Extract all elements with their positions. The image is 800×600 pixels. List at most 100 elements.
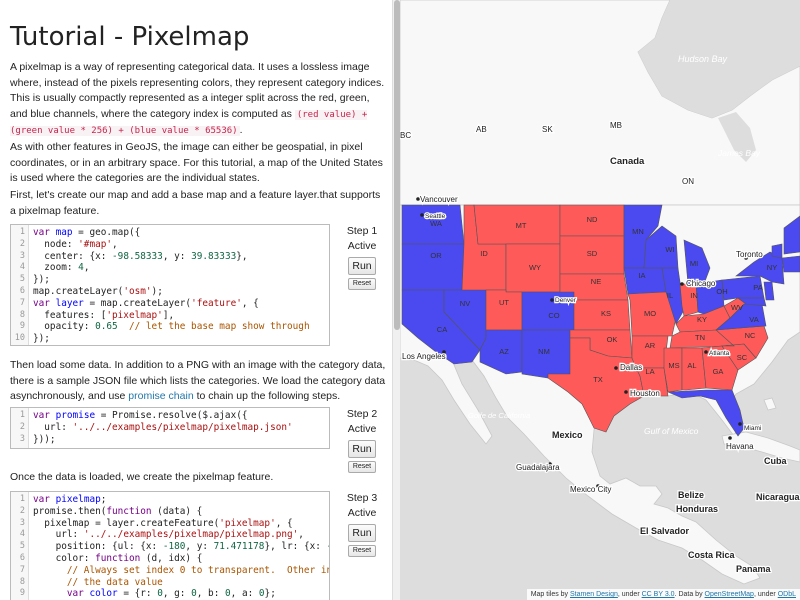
code-line[interactable]: 4 url: '../../examples/pixelmap/pixelmap…: [11, 529, 329, 541]
stamen-link[interactable]: Stamen Design: [570, 591, 618, 598]
state-label-la: LA: [645, 367, 654, 376]
state-label-tx: TX: [593, 375, 603, 384]
state-label-nd: ND: [587, 215, 598, 224]
code-line[interactable]: 9 opacity: 0.65 // let the base map show…: [11, 321, 329, 333]
code-line[interactable]: 6 color: function (d, idx) {: [11, 553, 329, 565]
hudson-bay-label: Hudson Bay: [678, 54, 728, 64]
map-attribution: Map tiles by Stamen Design, under CC BY …: [526, 589, 800, 600]
promise-chain-link[interactable]: promise chain: [128, 390, 193, 402]
state-label-tn: TN: [695, 333, 705, 342]
code-line[interactable]: 7 // Always set index 0 to transparent. …: [11, 565, 329, 577]
code-line[interactable]: 10});: [11, 333, 329, 345]
page-title: Tutorial - Pixelmap: [10, 22, 250, 52]
code-editor-step-1[interactable]: 1 var map = geo.map({2 node: '#map', 3 cen…: [10, 224, 330, 346]
code-line[interactable]: 2 url: '../../examples/pixelmap/pixelmap…: [11, 422, 329, 434]
havana-label: Havana: [726, 442, 754, 451]
state-NJ: [763, 281, 775, 301]
code-text: center: {x: -98.58333, y: 39.83333},: [33, 250, 248, 262]
state-label-oh: OH: [716, 287, 727, 296]
mexico-city-label: Mexico City: [570, 485, 611, 494]
atlanta-dot: [704, 350, 708, 354]
code-line[interactable]: 1 var promise = Promise.resolve($.ajax({: [11, 410, 329, 422]
honduras-label: Honduras: [676, 504, 718, 514]
houston-label: Houston: [630, 389, 660, 398]
panel-scrollbar[interactable]: [392, 0, 400, 600]
state-label-ut: UT: [499, 298, 509, 307]
map-view[interactable]: MT ND SD WY ID UT NE KS MO OK TX AR LA MS AL GA SC TN KY IN…: [400, 0, 800, 600]
state-label-sc: SC: [737, 353, 748, 362]
code-line[interactable]: 4 zoom: 4,: [11, 262, 329, 274]
osm-link[interactable]: OpenStreetMap: [705, 591, 754, 598]
line-number: 7: [19, 297, 25, 308]
line-number: 4: [19, 529, 25, 540]
code-text: var pixelmap;: [33, 494, 107, 505]
step-3-controls: Step 3 Active Run Reset: [336, 491, 388, 557]
code-line[interactable]: 3 center: {x: -98.58333, y: 39.83333},: [11, 251, 329, 263]
reset-button[interactable]: Reset: [348, 278, 376, 290]
line-number: 5: [19, 541, 25, 552]
attribution-text: , under: [617, 591, 642, 598]
cc-license-link[interactable]: CC BY 3.0: [642, 591, 675, 598]
code-line[interactable]: 7 var layer = map.createLayer('feature', …: [11, 298, 329, 310]
los-angeles-label: Los Angeles: [402, 352, 446, 361]
line-number: 5: [19, 274, 25, 285]
run-button[interactable]: Run: [348, 440, 376, 458]
code-lines: 1 var map = geo.map({2 node: '#map', 3 cen…: [11, 225, 329, 345]
reset-button[interactable]: Reset: [348, 545, 376, 557]
run-button[interactable]: Run: [348, 257, 376, 275]
code-line[interactable]: 8 features: ['pixelmap'],: [11, 310, 329, 322]
run-button[interactable]: Run: [348, 524, 376, 542]
line-number: 2: [19, 505, 25, 516]
code-editor-step-3[interactable]: 1 var pixelmap; 2 promise.then(function (da…: [10, 491, 330, 600]
code-editor-step-2[interactable]: 1 var promise = Promise.resolve($.ajax({2…: [10, 407, 330, 449]
province-bc-label: BC: [400, 131, 411, 140]
el-salvador-label: El Salvador: [640, 526, 690, 536]
code-text: // Always set index 0 to transparent. Ot…: [66, 564, 330, 576]
state-label-co: CO: [548, 311, 559, 320]
code-text: position: {ul: {x: -180, y: 71.471178}, …: [33, 541, 329, 553]
code-line[interactable]: 5 position: {ul: {x: -180, y: 71.471178}…: [11, 541, 329, 553]
code-text: var color = {r: 0, g: 0, b: 0, a: 0};: [66, 588, 276, 600]
state-label-wi: WI: [665, 245, 674, 254]
belize-label: Belize: [678, 490, 704, 500]
code-line[interactable]: 6 map.createLayer('osm');: [11, 286, 329, 298]
code-line[interactable]: 2 node: '#map',: [11, 239, 329, 251]
state-label-pa: PA: [753, 283, 762, 292]
miami-dot: [738, 422, 742, 426]
code-text: var layer = map.createLayer('feature', {: [33, 297, 259, 309]
attribution-text: , under: [753, 591, 778, 598]
panama-label: Panama: [736, 564, 772, 574]
state-label-wy: WY: [529, 263, 541, 272]
code-text: url: '../../examples/pixelmap/pixelmap.j…: [33, 421, 293, 433]
intro-end: .: [239, 124, 243, 136]
line-number: 2: [19, 238, 25, 249]
code-line[interactable]: 1 var map = geo.map({: [11, 227, 329, 239]
state-label-ne: NE: [591, 277, 601, 286]
code-line[interactable]: 3}));: [11, 434, 329, 446]
line-number: 1: [19, 227, 25, 237]
odbl-link[interactable]: ODbL: [778, 591, 796, 598]
step-status: Active: [347, 507, 377, 519]
seattle-label: Seattle: [425, 213, 446, 220]
code-text: }));: [33, 433, 56, 445]
line-number: 1: [19, 494, 25, 504]
intro-paragraph: A pixelmap is a way of representing cate…: [10, 60, 388, 140]
vancouver-label: Vancouver: [420, 195, 458, 204]
code-line[interactable]: 9 var color = {r: 0, g: 0, b: 0, a: 0};: [11, 588, 329, 600]
step-label: Step 1: [346, 225, 378, 237]
state-label-va: VA: [749, 315, 758, 324]
code-line[interactable]: 2 promise.then(function (data) {: [11, 506, 329, 518]
line-number: 7: [19, 564, 25, 575]
code-line[interactable]: 3 pixelmap = layer.createFeature('pixelm…: [11, 518, 329, 530]
state-label-ia: IA: [638, 271, 645, 280]
code-line[interactable]: 5});: [11, 274, 329, 286]
map-canvas[interactable]: MT ND SD WY ID UT NE KS MO OK TX AR LA MS AL GA SC TN KY IN…: [400, 0, 800, 600]
costa-rica-label: Costa Rica: [688, 550, 736, 560]
code-text: color: function (d, idx) {: [33, 552, 203, 564]
state-MS: [663, 347, 683, 393]
state-label-ga: GA: [713, 367, 724, 376]
load-data-paragraph: Then load some data. In addition to a PN…: [10, 358, 388, 405]
line-number: 3: [19, 250, 25, 261]
code-line[interactable]: 1 var pixelmap;: [11, 494, 329, 506]
code-line[interactable]: 8 // the data value: [11, 577, 329, 589]
